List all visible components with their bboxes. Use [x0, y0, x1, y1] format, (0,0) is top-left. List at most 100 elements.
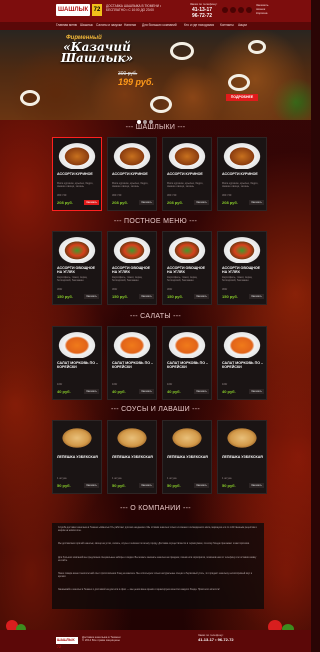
order-button[interactable]: Заказать — [139, 294, 154, 299]
footer-logo[interactable]: ШАШЛЫК 72 — [56, 637, 78, 649]
product-image[interactable] — [111, 424, 153, 452]
product-card[interactable]: АССОРТИ ОВОЩНОЕ НА УГЛЯХ Картофель, томат… — [107, 231, 157, 305]
product-weight: 1 штука — [167, 477, 177, 480]
nav-item-home[interactable]: Главная меню — [56, 23, 77, 27]
order-button[interactable]: Заказать — [84, 200, 99, 205]
logo[interactable]: ШАШЛЫК — [56, 4, 90, 16]
nav-item-groups[interactable]: Для больших компаний — [142, 23, 177, 27]
hero-details-button[interactable]: ПОДРОБНЕЕ — [226, 94, 258, 101]
product-card[interactable]: САЛАТ МОРКОВЬ ПО – КОРЕЙСКИ 100г 40 руб. За… — [217, 326, 267, 400]
order-button[interactable]: Заказать — [139, 200, 154, 205]
section-title-sauces: --- СОУСЫ И ЛАВАШИ --- — [110, 406, 201, 413]
product-description: Картофель, томат, перец болгарский, бакл… — [57, 276, 88, 283]
cart-link[interactable]: Корзина — [256, 11, 268, 15]
product-name[interactable]: АССОРТИ ОВОЩНОЕ НА УГЛЯХ — [222, 266, 266, 274]
product-image[interactable] — [56, 141, 98, 169]
product-image[interactable] — [111, 235, 153, 263]
product-image[interactable] — [111, 330, 153, 358]
product-card[interactable]: ЛЕПЕШКА УЗБЕКСКАЯ 1 штука 50 руб. Заказать — [52, 420, 102, 494]
product-price: 208 руб. — [222, 200, 238, 205]
order-button[interactable]: Заказать — [249, 483, 264, 488]
product-card[interactable]: САЛАТ МОРКОВЬ ПО – КОРЕЙСКИ 100г 40 руб. За… — [162, 326, 212, 400]
vk-icon[interactable] — [222, 7, 228, 13]
product-image[interactable] — [111, 141, 153, 169]
product-name[interactable]: ЛЕПЕШКА УЗБЕКСКАЯ — [222, 455, 266, 459]
product-image[interactable] — [221, 424, 263, 452]
product-name[interactable]: АССОРТИ ОВОЩНОЕ НА УГЛЯХ — [57, 266, 101, 274]
product-weight: 300г — [167, 288, 173, 291]
product-weight: 300 / 50 — [57, 194, 67, 197]
product-name[interactable]: САЛАТ МОРКОВЬ ПО – КОРЕЙСКИ — [167, 361, 211, 369]
product-name[interactable]: ЛЕПЕШКА УЗБЕКСКАЯ — [112, 455, 156, 459]
product-card[interactable]: ЛЕПЕШКА УЗБЕКСКАЯ 1 штука 50 руб. Заказать — [107, 420, 157, 494]
order-button[interactable]: Заказать — [84, 483, 99, 488]
product-card[interactable]: АССОРТИ ОВОЩНОЕ НА УГЛЯХ Картофель, томат… — [162, 231, 212, 305]
nav-item-contacts[interactable]: Контакты — [220, 23, 234, 27]
product-price: 208 руб. — [57, 200, 73, 205]
product-image[interactable] — [56, 424, 98, 452]
order-button[interactable]: Заказать — [249, 389, 264, 394]
top-header: ШАШЛЫК 72 ДОСТАВКА ШАШЛЫКА В ТЮМЕНИ • БЕ… — [0, 0, 311, 22]
product-card[interactable]: САЛАТ МОРКОВЬ ПО – КОРЕЙСКИ 100г 40 руб. За… — [107, 326, 157, 400]
product-card[interactable]: АССОРТИ ОВОЩНОЕ НА УГЛЯХ Картофель, томат… — [217, 231, 267, 305]
product-image[interactable] — [166, 141, 208, 169]
product-card[interactable]: АССОРТИ ОВОЩНОЕ НА УГЛЯХ Картофель, томат… — [52, 231, 102, 305]
onion-ring — [228, 74, 250, 91]
product-image[interactable] — [56, 330, 98, 358]
instagram-icon[interactable] — [246, 7, 252, 13]
order-button[interactable]: Заказать — [194, 483, 209, 488]
order-button[interactable]: Заказать — [249, 200, 264, 205]
product-name[interactable]: ЛЕПЕШКА УЗБЕКСКАЯ — [57, 455, 101, 459]
product-card[interactable]: АССОРТИ КУРИНОЕ Филе куриное, крылья, бед… — [52, 137, 102, 211]
product-name[interactable]: АССОРТИ ОВОЩНОЕ НА УГЛЯХ — [167, 266, 211, 274]
nav-item-location[interactable]: Кто и где находимся — [184, 23, 214, 27]
product-name[interactable]: САЛАТ МОРКОВЬ ПО – КОРЕЙСКИ — [112, 361, 156, 369]
product-weight: 300г — [112, 288, 118, 291]
product-card[interactable]: АССОРТИ КУРИНОЕ Филе куриное, крылья, бед… — [162, 137, 212, 211]
product-card[interactable]: ЛЕПЕШКА УЗБЕКСКАЯ 1 штука 50 руб. Заказать — [162, 420, 212, 494]
order-button[interactable]: Заказать — [139, 483, 154, 488]
product-card[interactable]: САЛАТ МОРКОВЬ ПО – КОРЕЙСКИ 100г 40 руб. За… — [52, 326, 102, 400]
product-card[interactable]: АССОРТИ КУРИНОЕ Филе куриное, крылья, бед… — [107, 137, 157, 211]
nav-item-shashlyk[interactable]: Шашлык — [80, 23, 93, 27]
product-description: Филе куриное, крылья, бедро, свежие овощ… — [112, 182, 149, 189]
product-name[interactable]: АССОРТИ КУРИНОЕ — [167, 172, 211, 176]
fb-icon[interactable] — [238, 7, 244, 13]
product-image[interactable] — [221, 330, 263, 358]
order-button[interactable]: Заказать — [84, 389, 99, 394]
order-button[interactable]: Заказать — [249, 294, 264, 299]
product-image[interactable] — [166, 330, 208, 358]
nav-item-drinks[interactable]: Напитки — [124, 23, 136, 27]
nav-item-promo[interactable]: Акции — [238, 23, 247, 27]
product-card[interactable]: ЛЕПЕШКА УЗБЕКСКАЯ 1 штука 50 руб. Заказать — [217, 420, 267, 494]
product-weight: 100г — [222, 383, 228, 386]
product-image[interactable] — [221, 141, 263, 169]
product-description: Филе куриное, крылья, бедро, свежие овощ… — [167, 182, 204, 189]
product-image[interactable] — [56, 235, 98, 263]
footer-phone[interactable]: 41-13-17 • 96-72-72 — [198, 637, 234, 642]
product-image[interactable] — [166, 424, 208, 452]
order-button[interactable]: Заказать — [194, 389, 209, 394]
ok-icon[interactable] — [230, 7, 236, 13]
product-name[interactable]: АССОРТИ ОВОЩНОЕ НА УГЛЯХ — [112, 266, 156, 274]
order-button[interactable]: Заказать — [194, 294, 209, 299]
order-button[interactable]: Заказать — [139, 389, 154, 394]
product-image[interactable] — [166, 235, 208, 263]
hero-price: 199 руб. — [118, 77, 154, 87]
section-title-lenten: --- ПОСТНОЕ МЕНЮ --- — [113, 218, 198, 225]
product-name[interactable]: АССОРТИ КУРИНОЕ — [222, 172, 266, 176]
main-nav: Главная меню Шашлык Салаты и закуски Нап… — [0, 22, 311, 30]
order-button[interactable]: Заказать — [84, 294, 99, 299]
onion-ring — [170, 42, 194, 60]
product-image[interactable] — [221, 235, 263, 263]
product-name[interactable]: ЛЕПЕШКА УЗБЕКСКАЯ — [167, 455, 211, 459]
product-name[interactable]: АССОРТИ КУРИНОЕ — [57, 172, 101, 176]
product-name[interactable]: САЛАТ МОРКОВЬ ПО – КОРЕЙСКИ — [222, 361, 266, 369]
nav-item-salads[interactable]: Салаты и закуски — [96, 23, 122, 27]
product-card[interactable]: АССОРТИ КУРИНОЕ Филе куриное, крылья, бед… — [217, 137, 267, 211]
product-weight: 300г — [222, 288, 228, 291]
product-name[interactable]: САЛАТ МОРКОВЬ ПО – КОРЕЙСКИ — [57, 361, 101, 369]
phone-2[interactable]: 96-72-72 — [192, 13, 212, 19]
product-name[interactable]: АССОРТИ КУРИНОЕ — [112, 172, 156, 176]
order-button[interactable]: Заказать — [194, 200, 209, 205]
